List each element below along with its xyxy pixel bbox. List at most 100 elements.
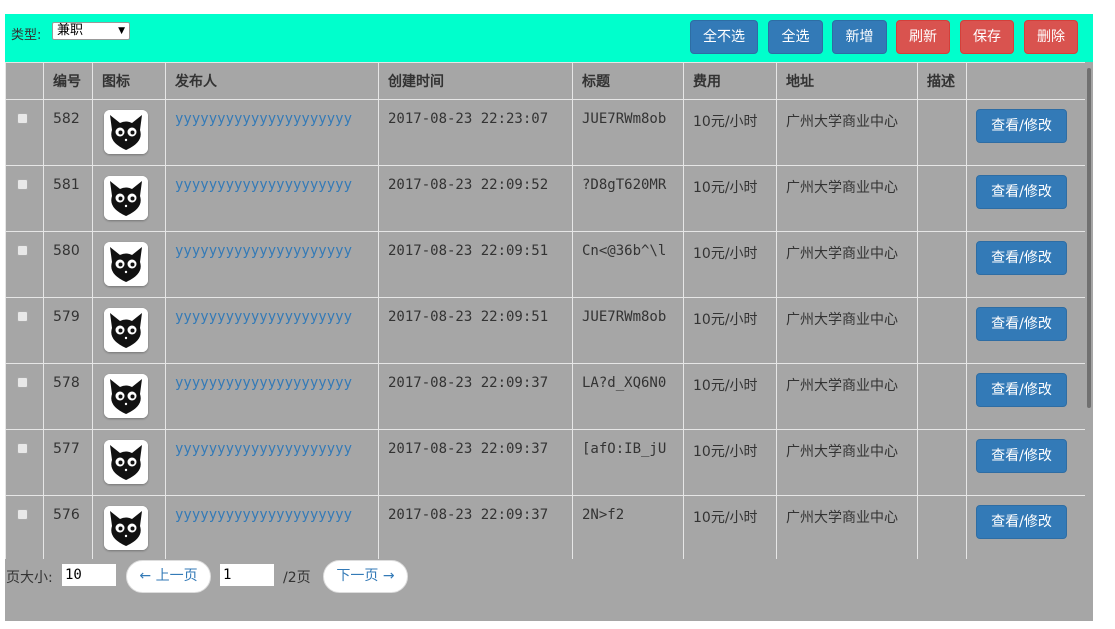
row-checkbox[interactable] (17, 113, 28, 124)
cell-fee: 10元/小时 (683, 495, 777, 559)
cell-address: 广州大学商业中心 (776, 495, 918, 559)
header-actions (966, 62, 1085, 100)
cell-created: 2017-08-23 22:23:07 (378, 99, 573, 166)
row-checkbox[interactable] (17, 443, 28, 454)
cell-address: 广州大学商业中心 (776, 429, 918, 496)
toolbar: 类型: 兼职 ▼ 全不选 全选 新增 刷新 保存 删除 (5, 14, 1093, 62)
cell-description (917, 231, 967, 298)
cell-fee: 10元/小时 (683, 231, 777, 298)
cell-id: 579 (43, 297, 93, 364)
select-all-button[interactable]: 全选 (768, 20, 823, 54)
deselect-all-button[interactable]: 全不选 (690, 20, 758, 54)
cell-publisher-link[interactable]: yyyyyyyyyyyyyyyyyyyyy (165, 495, 379, 559)
cell-title: LA?d_XQ6N0 (572, 363, 684, 430)
page-size-label: 页大小: (6, 570, 53, 586)
cell-title: JUE7RWm8ob (572, 99, 684, 166)
current-page-input[interactable]: 1 (220, 564, 274, 586)
header-created: 创建时间 (378, 62, 573, 100)
header-description: 描述 (917, 62, 967, 100)
view-edit-button[interactable]: 查看/修改 (976, 439, 1067, 473)
cell-description (917, 165, 967, 232)
app-panel: 类型: 兼职 ▼ 全不选 全选 新增 刷新 保存 删除 编号 图标 发布人 创建… (5, 14, 1093, 621)
header-select (5, 62, 44, 100)
refresh-button[interactable]: 刷新 (896, 20, 950, 54)
row-checkbox[interactable] (17, 311, 28, 322)
cell-description (917, 99, 967, 166)
header-id: 编号 (43, 62, 93, 100)
cell-address: 广州大学商业中心 (776, 99, 918, 166)
cell-fee: 10元/小时 (683, 99, 777, 166)
table-row: 582 yyyyyyyyyyyyyyyyyyyyy 2017-08-23 22:23… (5, 99, 1085, 166)
cell-created: 2017-08-23 22:09:37 (378, 429, 573, 496)
cat-face-icon (104, 308, 148, 352)
next-page-button[interactable]: 下一页 → (323, 560, 408, 593)
cat-face-icon (104, 506, 148, 550)
cell-id: 582 (43, 99, 93, 166)
row-checkbox[interactable] (17, 377, 28, 388)
data-table-area: 编号 图标 发布人 创建时间 标题 费用 地址 描述 582 yyyyyyyyyy… (5, 62, 1085, 559)
cell-title: ?D8gT620MR (572, 165, 684, 232)
table-header-row: 编号 图标 发布人 创建时间 标题 费用 地址 描述 (5, 62, 1085, 100)
cell-fee: 10元/小时 (683, 297, 777, 364)
view-edit-button[interactable]: 查看/修改 (976, 307, 1067, 341)
cell-id: 576 (43, 495, 93, 559)
scrollbar-thumb[interactable] (1087, 68, 1091, 408)
cell-title: Cn<@36b^\l (572, 231, 684, 298)
save-button[interactable]: 保存 (960, 20, 1014, 54)
cell-description (917, 363, 967, 430)
cat-face-icon (104, 242, 148, 286)
table-row: 579 yyyyyyyyyyyyyyyyyyyyy 2017-08-23 22:09… (5, 297, 1085, 364)
cell-fee: 10元/小时 (683, 429, 777, 496)
header-fee: 费用 (683, 62, 777, 100)
page-size-input[interactable]: 10 (62, 564, 116, 586)
cell-publisher-link[interactable]: yyyyyyyyyyyyyyyyyyyyy (165, 231, 379, 298)
cell-created: 2017-08-23 22:09:37 (378, 363, 573, 430)
cell-description (917, 495, 967, 559)
cat-face-icon (104, 440, 148, 484)
table-row: 581 yyyyyyyyyyyyyyyyyyyyy 2017-08-23 22:09… (5, 165, 1085, 232)
header-title: 标题 (572, 62, 684, 100)
cell-address: 广州大学商业中心 (776, 363, 918, 430)
type-label: 类型: (11, 28, 42, 43)
cell-title: JUE7RWm8ob (572, 297, 684, 364)
cat-face-icon (104, 110, 148, 154)
view-edit-button[interactable]: 查看/修改 (976, 109, 1067, 143)
dropdown-arrow-icon: ▼ (118, 26, 125, 36)
cell-fee: 10元/小时 (683, 165, 777, 232)
cell-description (917, 429, 967, 496)
header-icon: 图标 (92, 62, 166, 100)
cell-publisher-link[interactable]: yyyyyyyyyyyyyyyyyyyyy (165, 429, 379, 496)
view-edit-button[interactable]: 查看/修改 (976, 241, 1067, 275)
row-checkbox[interactable] (17, 509, 28, 520)
row-checkbox[interactable] (17, 179, 28, 190)
prev-page-button[interactable]: ← 上一页 (126, 560, 211, 593)
vertical-scrollbar[interactable] (1085, 62, 1093, 559)
cell-created: 2017-08-23 22:09:37 (378, 495, 573, 559)
cell-address: 广州大学商业中心 (776, 165, 918, 232)
cell-publisher-link[interactable]: yyyyyyyyyyyyyyyyyyyyy (165, 99, 379, 166)
type-select[interactable]: 兼职 ▼ (52, 22, 130, 40)
table-row: 580 yyyyyyyyyyyyyyyyyyyyy 2017-08-23 22:09… (5, 231, 1085, 298)
cell-created: 2017-08-23 22:09:52 (378, 165, 573, 232)
row-checkbox[interactable] (17, 245, 28, 256)
cell-created: 2017-08-23 22:09:51 (378, 297, 573, 364)
cell-publisher-link[interactable]: yyyyyyyyyyyyyyyyyyyyy (165, 165, 379, 232)
cell-id: 578 (43, 363, 93, 430)
cell-title: [afO:IB_jU (572, 429, 684, 496)
header-publisher: 发布人 (165, 62, 379, 100)
view-edit-button[interactable]: 查看/修改 (976, 505, 1067, 539)
delete-button[interactable]: 删除 (1024, 20, 1078, 54)
cell-id: 581 (43, 165, 93, 232)
cell-title: 2N>f2 (572, 495, 684, 559)
cell-publisher-link[interactable]: yyyyyyyyyyyyyyyyyyyyy (165, 363, 379, 430)
cell-publisher-link[interactable]: yyyyyyyyyyyyyyyyyyyyy (165, 297, 379, 364)
header-address: 地址 (776, 62, 918, 100)
total-pages-label: /2页 (283, 570, 311, 586)
add-button[interactable]: 新增 (832, 20, 887, 54)
data-table: 编号 图标 发布人 创建时间 标题 费用 地址 描述 582 yyyyyyyyyy… (5, 62, 1085, 559)
cat-face-icon (104, 176, 148, 220)
cell-fee: 10元/小时 (683, 363, 777, 430)
view-edit-button[interactable]: 查看/修改 (976, 373, 1067, 407)
table-row: 576 yyyyyyyyyyyyyyyyyyyyy 2017-08-23 22:09… (5, 495, 1085, 559)
view-edit-button[interactable]: 查看/修改 (976, 175, 1067, 209)
